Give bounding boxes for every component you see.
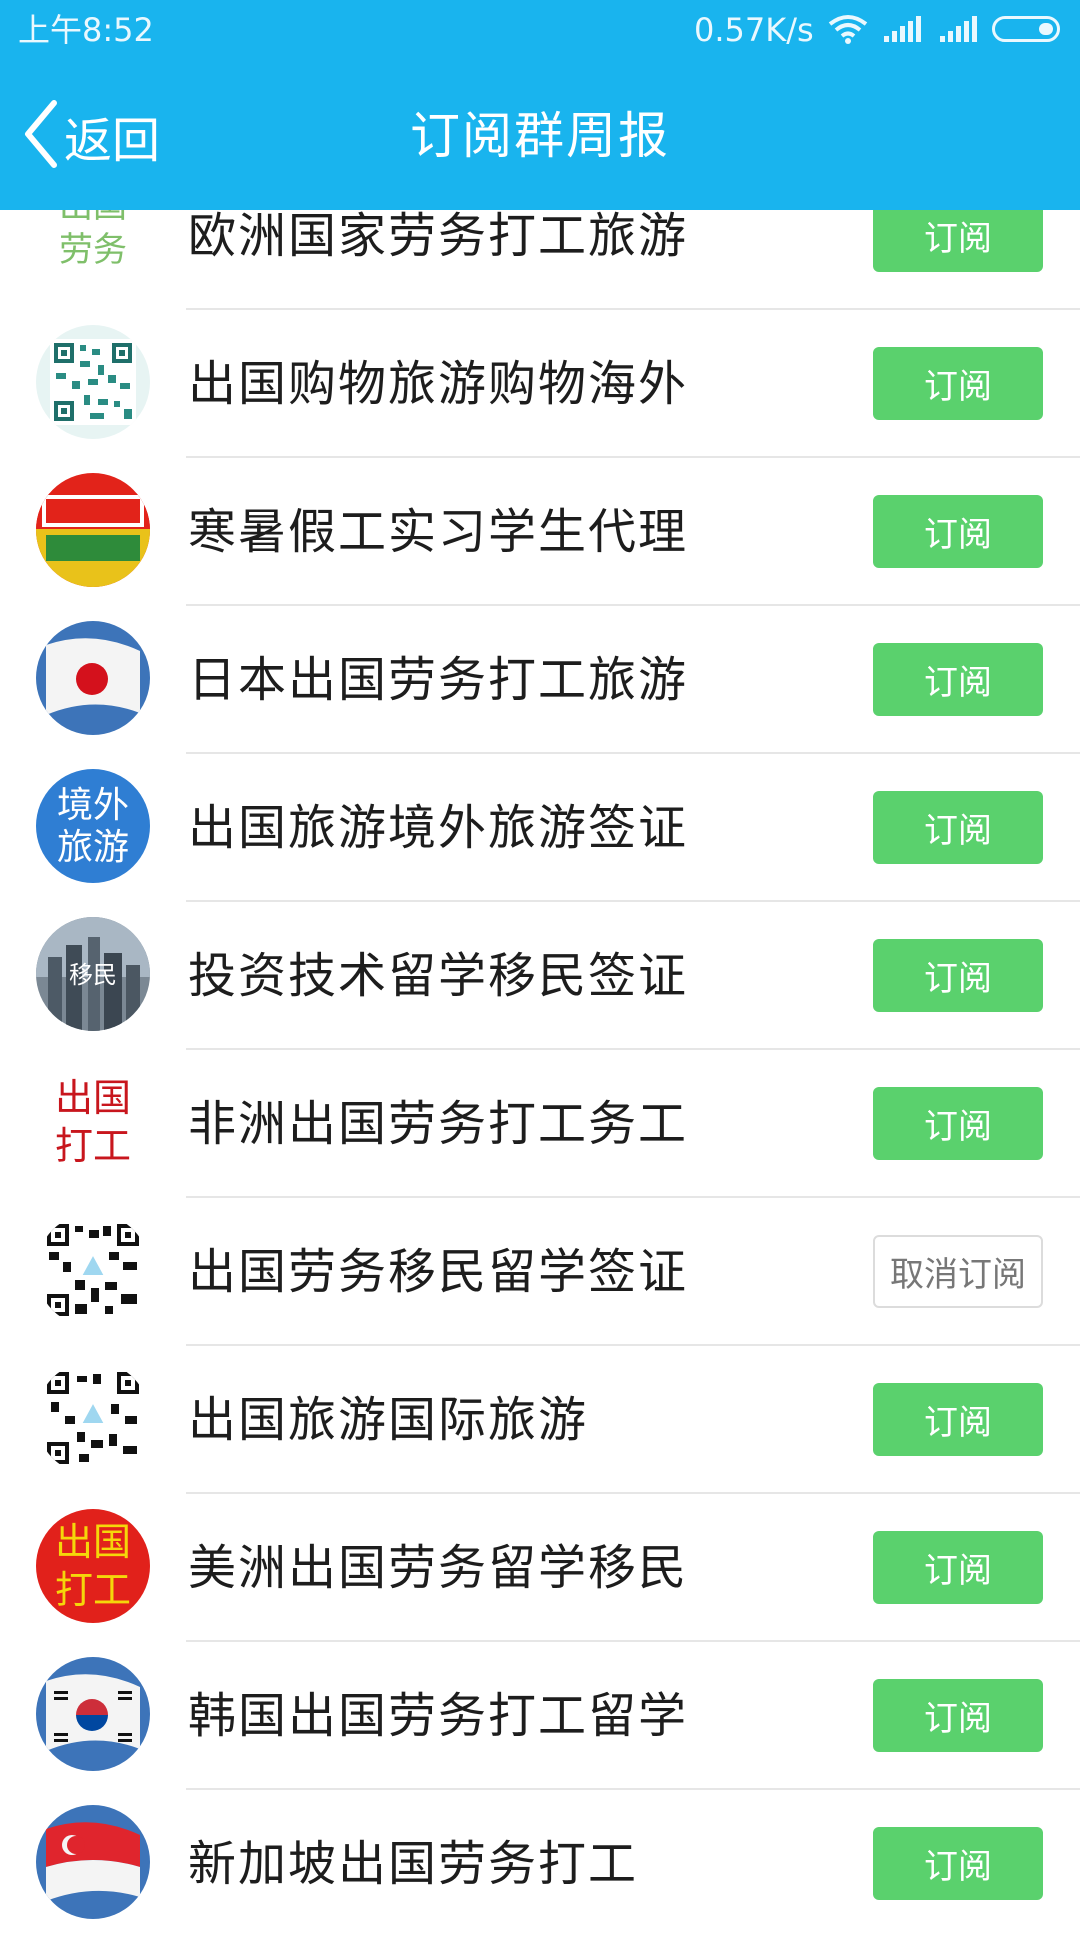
group-name: 出国旅游国际旅游 (188, 1392, 589, 1448)
status-time: 上午8:52 (18, 11, 154, 49)
qr-avatar (36, 1361, 150, 1475)
japan-flag-avatar (36, 621, 150, 735)
subscribe-button[interactable]: 订阅 (873, 495, 1043, 568)
status-bar: 上午8:52 0.57K/s (0, 0, 1080, 60)
avatar (36, 473, 150, 587)
svg-text:出国: 出国 (55, 1520, 131, 1564)
subscribe-button[interactable]: 订阅 (873, 347, 1043, 420)
subscribe-button[interactable]: 订阅 (873, 1087, 1043, 1160)
subscribe-button[interactable]: 订阅 (873, 791, 1043, 864)
app-header: 上午8:52 0.57K/s 返回 订阅群周报 (0, 0, 1080, 210)
avatar: 出国 打工 (36, 1065, 150, 1179)
korea-flag-avatar (36, 1657, 150, 1771)
group-name: 新加坡出国劳务打工 (188, 1836, 639, 1892)
network-speed: 0.57K/s (694, 11, 814, 49)
group-name: 出国购物旅游购物海外 (188, 356, 689, 412)
list-item: 出国旅游国际旅游 订阅 (0, 1346, 1080, 1494)
list-item: 出国劳务移民留学签证 取消订阅 (0, 1198, 1080, 1346)
group-name: 韩国出国劳务打工留学 (188, 1688, 689, 1744)
group-name: 寒暑假工实习学生代理 (188, 504, 689, 560)
list-item: 寒暑假工实习学生代理 订阅 (0, 458, 1080, 606)
group-name: 出国旅游境外旅游签证 (188, 800, 689, 856)
list-item: 韩国出国劳务打工留学 订阅 (0, 1642, 1080, 1790)
list-item: 出国 打工 美洲出国劳务留学移民 订阅 (0, 1494, 1080, 1642)
list-item: 出国购物旅游购物海外 订阅 (0, 310, 1080, 458)
nav-bar: 返回 订阅群周报 (0, 60, 1080, 210)
subscribe-button[interactable]: 订阅 (873, 1383, 1043, 1456)
qr-avatar (36, 325, 150, 439)
list-item: 日本出国劳务打工旅游 订阅 (0, 606, 1080, 754)
svg-text:打工: 打工 (55, 1124, 131, 1168)
group-name: 非洲出国劳务打工务工 (188, 1096, 689, 1152)
page-title: 订阅群周报 (410, 107, 670, 165)
qr-avatar (36, 1213, 150, 1327)
svg-text:劳务: 劳务 (59, 230, 127, 270)
avatar: 出国 打工 (36, 1509, 150, 1623)
svg-text:境外: 境外 (57, 785, 129, 826)
svg-text:打工: 打工 (55, 1568, 131, 1612)
signal-icon (882, 14, 922, 48)
list-item: 新加坡出国劳务打工 订阅 (0, 1790, 1080, 1938)
svg-text:移民: 移民 (69, 961, 117, 989)
subscribe-button[interactable]: 订阅 (873, 1531, 1043, 1604)
list-item: 出国 打工 非洲出国劳务打工务工 订阅 (0, 1050, 1080, 1198)
signal-icon (938, 14, 978, 48)
group-name: 出国劳务移民留学签证 (188, 1244, 689, 1300)
avatar: 移民 (36, 917, 150, 1031)
group-name: 美洲出国劳务留学移民 (188, 1540, 689, 1596)
battery-icon (992, 16, 1060, 42)
svg-text:旅游: 旅游 (57, 827, 129, 868)
group-name: 日本出国劳务打工旅游 (188, 652, 689, 708)
subscribe-button[interactable]: 订阅 (873, 1679, 1043, 1752)
subscribe-button[interactable]: 订阅 (873, 1827, 1043, 1900)
unsubscribe-button[interactable]: 取消订阅 (873, 1235, 1043, 1308)
svg-text:出国: 出国 (55, 1076, 131, 1120)
singapore-flag-avatar (36, 1805, 150, 1919)
subscribe-button[interactable]: 订阅 (873, 939, 1043, 1012)
wifi-icon (828, 14, 868, 48)
avatar: 境外 旅游 (36, 769, 150, 883)
subscribe-button[interactable]: 订阅 (873, 643, 1043, 716)
group-name: 投资技术留学移民签证 (188, 948, 689, 1004)
list-item: 境外 旅游 出国旅游境外旅游签证 订阅 (0, 754, 1080, 902)
list-item: 移民 投资技术留学移民签证 订阅 (0, 902, 1080, 1050)
